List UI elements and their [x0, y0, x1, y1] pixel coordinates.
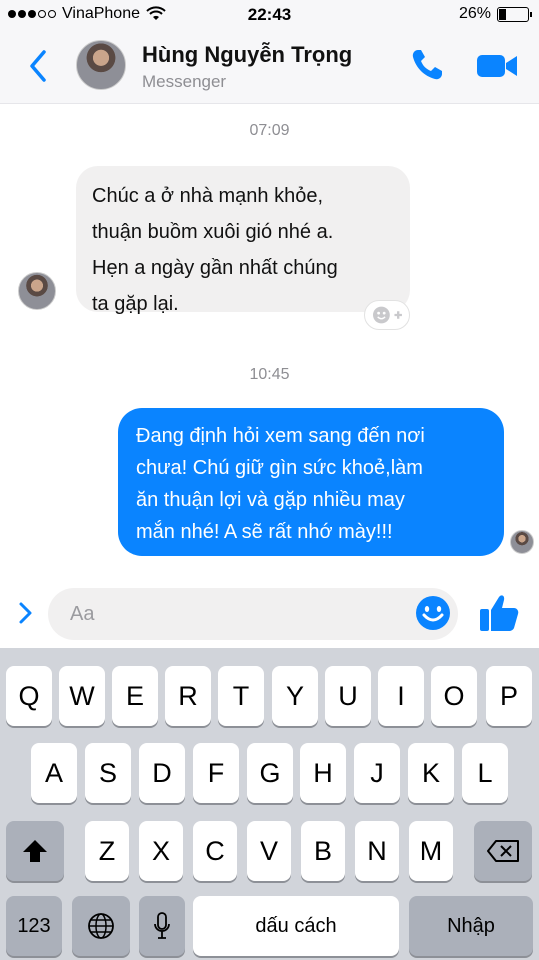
keyboard: Q W E R T Y U I O P A S D F G H J K L Z … — [0, 648, 539, 960]
key-q[interactable]: Q — [6, 666, 52, 726]
backspace-key[interactable] — [474, 821, 532, 881]
key-b[interactable]: B — [301, 821, 345, 881]
return-key[interactable]: Nhập — [409, 896, 533, 956]
status-bar: VinaPhone 22:43 26% — [0, 0, 539, 30]
message-line: Đang định hỏi xem sang đến nơi — [136, 425, 425, 447]
outgoing-message-bubble[interactable]: Đang định hỏi xem sang đến nơi chưa! Chú… — [118, 408, 504, 556]
key-f[interactable]: F — [193, 743, 239, 803]
message-line: mắn nhé! A sẽ rất nhớ mày!!! — [136, 521, 393, 543]
key-v[interactable]: V — [247, 821, 291, 881]
key-u[interactable]: U — [325, 666, 371, 726]
contact-avatar[interactable] — [76, 40, 126, 90]
shift-key[interactable] — [6, 821, 64, 881]
message-composer — [0, 580, 539, 648]
key-i[interactable]: I — [378, 666, 424, 726]
key-x[interactable]: X — [139, 821, 183, 881]
key-t[interactable]: T — [218, 666, 264, 726]
seen-indicator-avatar — [510, 530, 534, 554]
shift-arrow-icon — [23, 840, 47, 862]
thumbs-up-icon[interactable] — [478, 592, 520, 634]
key-a[interactable]: A — [31, 743, 77, 803]
key-n[interactable]: N — [355, 821, 399, 881]
key-p[interactable]: P — [486, 666, 532, 726]
message-line: ăn thuận lợi và gặp nhiều may — [136, 489, 405, 511]
key-o[interactable]: O — [431, 666, 477, 726]
microphone-key[interactable] — [139, 896, 185, 956]
message-input[interactable] — [48, 588, 458, 640]
sender-avatar[interactable] — [18, 272, 56, 310]
key-c[interactable]: C — [193, 821, 237, 881]
add-reaction-icon[interactable] — [364, 300, 410, 330]
message-line: chưa! Chú giữ gìn sức khoẻ,làm — [136, 457, 423, 479]
battery-percent: 26% — [458, 5, 491, 22]
message-timestamp: 10:45 — [249, 366, 290, 383]
space-key[interactable]: dấu cách — [193, 896, 399, 956]
globe-icon — [88, 913, 114, 939]
message-line: Hẹn a ngày gần nhất chúng — [92, 257, 338, 279]
key-j[interactable]: J — [354, 743, 400, 803]
key-r[interactable]: R — [165, 666, 211, 726]
chevron-right-icon[interactable] — [14, 598, 38, 628]
message-line: thuận buồm xuôi gió nhé a. — [92, 221, 334, 243]
contact-subtitle: Messenger — [142, 72, 227, 91]
phone-icon[interactable] — [410, 48, 444, 82]
backspace-icon — [487, 840, 519, 862]
key-k[interactable]: K — [408, 743, 454, 803]
numbers-key[interactable]: 123 — [6, 896, 62, 956]
key-m[interactable]: M — [409, 821, 453, 881]
back-chevron-icon[interactable] — [24, 48, 54, 84]
key-s[interactable]: S — [85, 743, 131, 803]
key-h[interactable]: H — [300, 743, 346, 803]
video-camera-icon[interactable] — [476, 52, 518, 80]
message-line: ta gặp lại. — [92, 293, 179, 315]
emoji-icon[interactable] — [414, 594, 452, 632]
conversation-header: Hùng Nguyễn Trọng Messenger — [0, 30, 539, 104]
key-e[interactable]: E — [112, 666, 158, 726]
key-l[interactable]: L — [462, 743, 508, 803]
key-d[interactable]: D — [139, 743, 185, 803]
message-line: Chúc a ở nhà mạnh khỏe, — [92, 185, 324, 207]
key-g[interactable]: G — [247, 743, 293, 803]
key-w[interactable]: W — [59, 666, 105, 726]
contact-name[interactable]: Hùng Nguyễn Trọng — [142, 42, 352, 68]
globe-key[interactable] — [72, 896, 130, 956]
message-timestamp: 07:09 — [249, 122, 290, 139]
key-z[interactable]: Z — [85, 821, 129, 881]
battery-icon — [497, 6, 532, 22]
microphone-icon — [154, 912, 170, 939]
key-y[interactable]: Y — [272, 666, 318, 726]
incoming-message-bubble[interactable]: Chúc a ở nhà mạnh khỏe, thuận buồm xuôi … — [76, 166, 410, 315]
